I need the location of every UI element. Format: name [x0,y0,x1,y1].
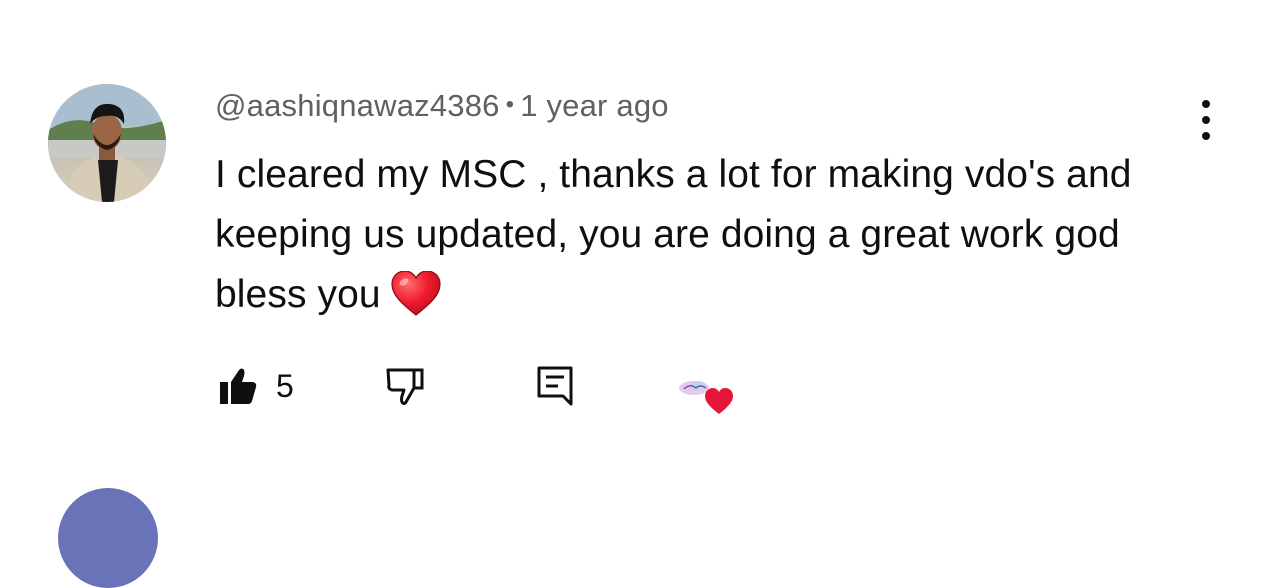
comment-actions: 5 [0,360,1280,420]
creator-heart-icon [679,381,733,414]
next-comment-avatar[interactable] [58,488,158,588]
menu-dot [1202,132,1210,140]
menu-dot [1202,116,1210,124]
meta-separator: • [505,91,515,118]
more-vertical-icon[interactable] [1190,100,1222,140]
menu-dot [1202,100,1210,108]
reply-button[interactable] [536,364,574,406]
comment-header: @aashiqnawaz4386 • 1 year ago [215,88,669,124]
creator-heart-badge [678,374,738,416]
comment-text: I cleared my MSC , thanks a lot for maki… [215,153,1132,316]
thumbs-down-icon [386,368,424,405]
avatar-photo [48,84,166,202]
author-handle[interactable]: @aashiqnawaz4386 [215,88,500,123]
dislike-button[interactable] [384,364,426,406]
comment-timestamp: 1 year ago [520,88,669,123]
like-count: 5 [276,368,294,404]
author-avatar[interactable] [48,84,166,202]
comment-body: I cleared my MSC , thanks a lot for maki… [215,145,1175,325]
like-button[interactable] [218,366,258,406]
thumbs-up-filled-icon [220,368,257,404]
reply-comment-icon [537,366,573,406]
red-heart-emoji-icon [391,271,441,316]
comment-thread: @aashiqnawaz4386 • 1 year ago I cleared my… [0,0,1280,588]
